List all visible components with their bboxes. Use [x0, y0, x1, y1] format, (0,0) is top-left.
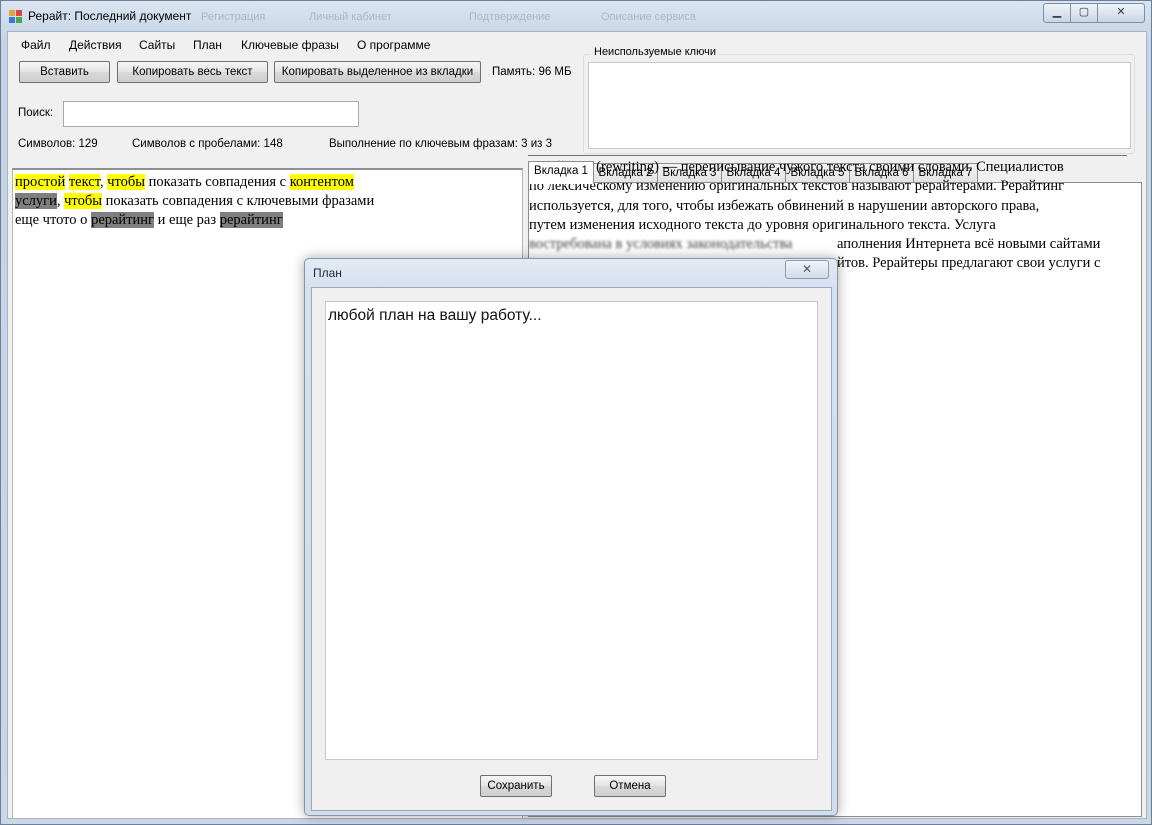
copy-selected-button[interactable]: Копировать выделенное из вкладки: [274, 61, 481, 83]
menu-keyphrases[interactable]: Ключевые фразы: [241, 38, 339, 52]
close-button[interactable]: ✕: [1097, 3, 1145, 23]
maximize-button[interactable]: ▢: [1070, 3, 1098, 23]
tab-panel-divider: [528, 155, 1127, 156]
ghost-tab: Регистрация: [201, 11, 266, 23]
source-text-line: еще чтото о рерайтинг и еще раз рерайтин…: [15, 211, 374, 230]
save-button[interactable]: Сохранить: [480, 775, 552, 797]
tab-text-line: используется, для того, чтобы избежать о…: [529, 197, 1040, 214]
tab-text-line: по лексическому изменению оригинальных т…: [529, 178, 1065, 195]
tab-text-line: Рерайтинг (rewriting) — переписывание чу…: [529, 159, 1064, 175]
menu-about[interactable]: О программе: [357, 38, 430, 52]
memory-label: Память: 96 МБ: [492, 66, 572, 78]
tab-1[interactable]: Вкладка 1: [528, 161, 594, 184]
tab-text-fragment: аполнения Интернета всё новыми сайтами: [837, 236, 1101, 253]
dialog-title: План: [313, 266, 342, 280]
dialog-close-button[interactable]: ✕: [785, 260, 829, 279]
source-text-line: простой текст, чтобы показать совпадения…: [15, 173, 374, 192]
text-segment: показать совпадения с ключевыми фразами: [101, 193, 375, 209]
text-segment: показать совпадения с: [145, 174, 290, 190]
repeat-highlight: рерайтинг: [219, 212, 283, 228]
chars-count: Символов: 129: [18, 138, 98, 150]
search-input[interactable]: [63, 101, 359, 127]
chars-spaces-count: Символов с пробелами: 148: [132, 138, 283, 150]
keywords-progress: Выполнение по ключевым фразам: 3 из 3: [329, 138, 553, 150]
source-text-line: услуги, чтобы показать совпадения с ключ…: [15, 192, 374, 211]
tab-text-fragment: йтов. Рерайтеры предлагают свои услуги с: [837, 255, 1101, 272]
ghost-tab: Подтверждение: [469, 11, 551, 23]
keyword-highlight: простой: [15, 174, 66, 190]
blurred-text: востребована в условиях законодательства: [529, 236, 793, 253]
keyword-highlight: текст: [68, 174, 100, 190]
plan-textarea[interactable]: любой план на вашу работу...: [325, 301, 818, 760]
keyword-highlight: чтобы: [107, 174, 146, 190]
paste-button[interactable]: Вставить: [19, 61, 110, 83]
menu-file[interactable]: Файл: [21, 38, 51, 52]
repeat-highlight: рерайтинг: [91, 212, 154, 228]
text-segment: и еще раз: [154, 212, 220, 228]
menu-actions[interactable]: Действия: [69, 38, 122, 52]
window-title: Рерайт: Последний документ: [28, 9, 192, 23]
plan-dialog: План ✕ любой план на вашу работу... Сохр…: [304, 258, 838, 816]
copy-all-button[interactable]: Копировать весь текст: [117, 61, 268, 83]
text-segment: еще чтото о: [15, 212, 92, 228]
repeat-highlight: услуги: [15, 193, 57, 209]
keyword-highlight: контентом: [289, 174, 354, 190]
search-label: Поиск:: [18, 107, 54, 119]
ghost-tab: Описание сервиса: [601, 11, 697, 23]
source-text: простой текст, чтобы показать совпадения…: [15, 173, 374, 230]
unused-keys-list[interactable]: [588, 62, 1131, 149]
dialog-client: любой план на вашу работу... Сохранить О…: [311, 287, 832, 811]
plan-text: любой план на вашу работу...: [328, 307, 542, 324]
ghost-tab: Личный кабинет: [309, 11, 392, 23]
tab-text-line: востребована в условиях законодательства…: [529, 235, 1129, 254]
menu-sites[interactable]: Сайты: [139, 38, 175, 52]
menu-plan[interactable]: План: [193, 38, 222, 52]
keyword-highlight: чтобы: [64, 193, 102, 209]
tab-text-line: путем изменения исходного текста до уров…: [529, 216, 996, 233]
unused-keys-label: Неиспользуемые ключи: [591, 46, 719, 58]
app-icon: [9, 10, 22, 23]
cancel-button[interactable]: Отмена: [594, 775, 666, 797]
minimize-button[interactable]: ▁: [1043, 3, 1071, 23]
title-bar[interactable]: Рерайт: Последний документ Регистрация Л…: [1, 1, 1151, 31]
